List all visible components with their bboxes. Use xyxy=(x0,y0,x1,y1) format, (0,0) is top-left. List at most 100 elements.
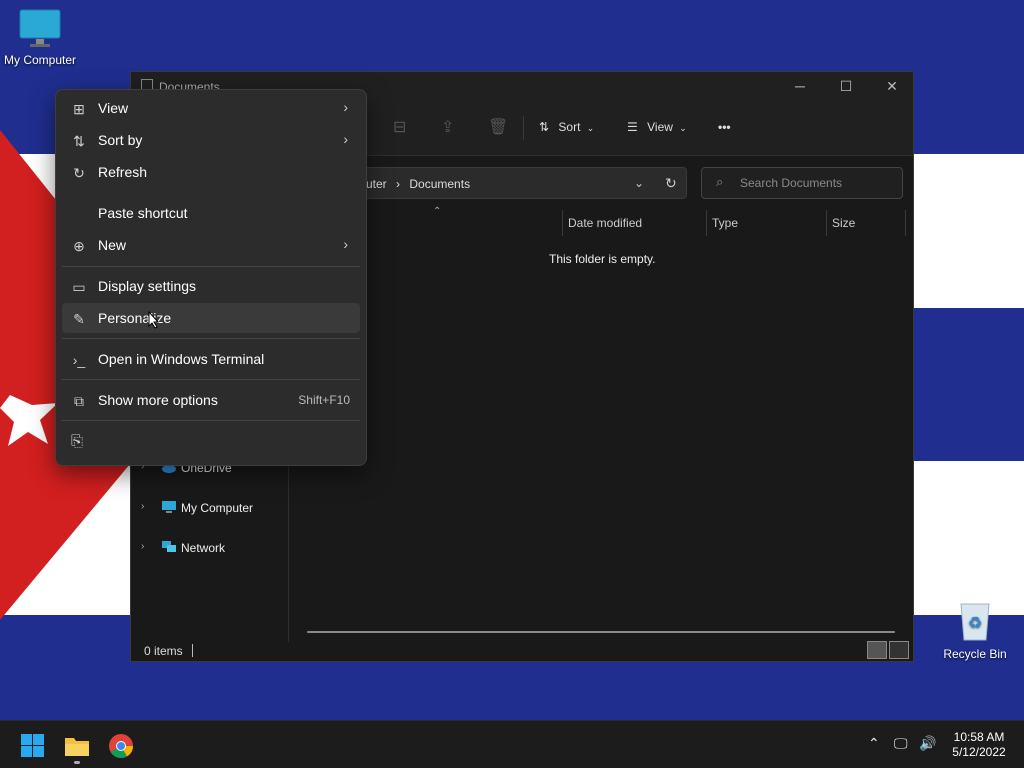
chevron-right-icon: › xyxy=(343,236,348,252)
delete-icon[interactable]: 🗑 xyxy=(488,117,508,137)
list-icon: ☰ xyxy=(627,120,638,134)
view-button[interactable]: ☰ View ⌄ xyxy=(627,120,687,134)
maximize-button[interactable]: ☐ xyxy=(823,72,869,102)
address-bar[interactable]: uter › Documents ⌄ ↻ xyxy=(321,167,687,199)
desktop-icon-label: My Computer xyxy=(3,53,77,67)
desktop-icon-label: Recycle Bin xyxy=(943,647,1007,661)
terminal-icon: ›_ xyxy=(72,352,86,368)
chrome-icon[interactable] xyxy=(108,733,134,759)
menu-item-label: Personalize xyxy=(98,310,172,326)
network-icon xyxy=(162,541,176,552)
large-icons-view-button[interactable] xyxy=(889,641,909,659)
menu-item-show-more-options[interactable]: ⧉ Show more options Shift+F10 xyxy=(62,385,360,415)
search-box[interactable]: ⌕ xyxy=(701,167,903,199)
refresh-icon: ↻ xyxy=(73,165,85,181)
share-icon[interactable]: ⇪ xyxy=(441,117,454,137)
nav-item-label: My Computer xyxy=(181,501,254,515)
chevron-up-icon[interactable]: ⌃ xyxy=(868,735,880,752)
menu-item-label: Display settings xyxy=(98,278,197,294)
system-clock[interactable]: 10:58 AM 5/12/2022 xyxy=(944,730,1014,760)
windows-start-icon[interactable] xyxy=(20,733,46,759)
nav-item-label: Network xyxy=(181,541,226,555)
sort-label: Sort xyxy=(558,120,581,134)
status-bar: 0 items xyxy=(131,640,913,662)
nav-pane-divider[interactable] xyxy=(288,452,289,642)
menu-item-label: Paste shortcut xyxy=(98,205,188,221)
menu-item-open-terminal[interactable]: ›_ Open in Windows Terminal xyxy=(62,344,360,374)
menu-item-refresh[interactable]: ↻ Refresh xyxy=(62,157,360,187)
menu-item-sort-by[interactable]: ⇅ Sort by › xyxy=(62,125,360,155)
minimize-button[interactable]: ─ xyxy=(777,72,823,102)
nav-item-network[interactable]: › Network xyxy=(131,534,288,562)
status-divider xyxy=(192,644,193,657)
desktop-icon-my-computer[interactable]: My Computer xyxy=(0,8,80,67)
menu-item-label: Open in Windows Terminal xyxy=(98,351,265,367)
sort-indicator-icon: ⌃ xyxy=(433,206,442,217)
brush-icon: ✎ xyxy=(73,311,85,327)
sort-button[interactable]: ⇅ Sort ⌄ xyxy=(539,120,594,134)
rename-icon[interactable]: ⊟ xyxy=(393,117,406,137)
refresh-icon[interactable]: ↻ xyxy=(665,175,677,192)
active-app-indicator xyxy=(74,761,80,764)
network-icon[interactable]: 🖵 xyxy=(894,735,908,752)
menu-item-personalize[interactable]: ✎ Personalize xyxy=(62,303,360,333)
file-explorer-icon[interactable] xyxy=(64,733,90,759)
menu-separator xyxy=(62,420,360,421)
menu-item-new[interactable]: ⊕ New › xyxy=(62,230,360,260)
clock-date: 5/12/2022 xyxy=(952,745,1006,759)
column-divider[interactable] xyxy=(905,210,906,236)
breadcrumb-item[interactable]: uter xyxy=(366,177,387,191)
clock-time: 10:58 AM xyxy=(953,730,1005,744)
monitor-icon xyxy=(19,9,61,47)
volume-icon[interactable]: 🔊 xyxy=(919,735,936,752)
column-divider[interactable] xyxy=(706,210,707,236)
taskbar: ⌃ 🖵 🔊 10:58 AM 5/12/2022 xyxy=(0,720,1024,768)
breadcrumb: uter › Documents xyxy=(366,177,470,191)
mouse-cursor-icon xyxy=(148,311,160,329)
copy-icon[interactable]: ⎘ xyxy=(71,433,83,450)
horizontal-scrollbar[interactable] xyxy=(307,631,895,633)
view-label: View xyxy=(647,120,673,134)
menu-item-label: Show more options xyxy=(98,392,218,408)
toolbar-divider xyxy=(523,116,524,140)
desktop-icon-recycle-bin[interactable]: ♻ Recycle Bin xyxy=(935,598,1015,661)
nav-item-my-computer[interactable]: › My Computer xyxy=(131,494,288,522)
menu-item-label: View xyxy=(98,100,129,116)
column-header-size[interactable]: Size xyxy=(832,216,855,230)
chevron-down-icon: ⌄ xyxy=(679,123,687,133)
menu-item-label: New xyxy=(98,237,127,253)
search-icon: ⌕ xyxy=(716,174,724,189)
column-divider[interactable] xyxy=(826,210,827,236)
column-divider[interactable] xyxy=(562,210,563,236)
search-input[interactable] xyxy=(740,175,895,191)
menu-item-paste-shortcut[interactable]: Paste shortcut xyxy=(62,198,360,228)
menu-item-view[interactable]: ⊞ View › xyxy=(62,93,360,123)
breadcrumb-item[interactable]: Documents xyxy=(409,177,470,191)
close-button[interactable]: ✕ xyxy=(869,72,915,102)
sort-icon: ⇅ xyxy=(73,133,85,149)
chevron-right-icon[interactable]: › xyxy=(141,501,144,512)
monitor-icon xyxy=(162,501,176,513)
menu-item-display-settings[interactable]: ▭ Display settings xyxy=(62,271,360,301)
more-options-button[interactable]: ••• xyxy=(718,120,731,134)
chevron-down-icon[interactable]: ⌄ xyxy=(634,176,644,190)
plus-icon: ⊕ xyxy=(73,238,85,254)
menu-separator xyxy=(62,338,360,339)
menu-separator xyxy=(62,266,360,267)
display-icon: ▭ xyxy=(72,279,86,295)
share-icon: ⧉ xyxy=(74,393,84,409)
menu-separator xyxy=(62,379,360,380)
empty-folder-message: This folder is empty. xyxy=(549,252,656,266)
chevron-right-icon: › xyxy=(396,177,401,191)
menu-item-label: Sort by xyxy=(98,132,143,148)
column-header-date-modified[interactable]: Date modified xyxy=(568,216,642,230)
recycle-bin-icon: ♻ xyxy=(960,603,990,641)
item-count: 0 items xyxy=(144,644,183,658)
chevron-right-icon[interactable]: › xyxy=(141,541,144,552)
sort-icon: ⇅ xyxy=(539,120,550,134)
chevron-right-icon: › xyxy=(343,131,348,147)
details-view-button[interactable] xyxy=(867,641,887,659)
chevron-down-icon: ⌄ xyxy=(586,123,595,133)
column-header-type[interactable]: Type xyxy=(712,216,738,230)
desktop-context-menu: ⊞ View › ⇅ Sort by › ↻ Refresh Paste sho… xyxy=(55,89,367,466)
